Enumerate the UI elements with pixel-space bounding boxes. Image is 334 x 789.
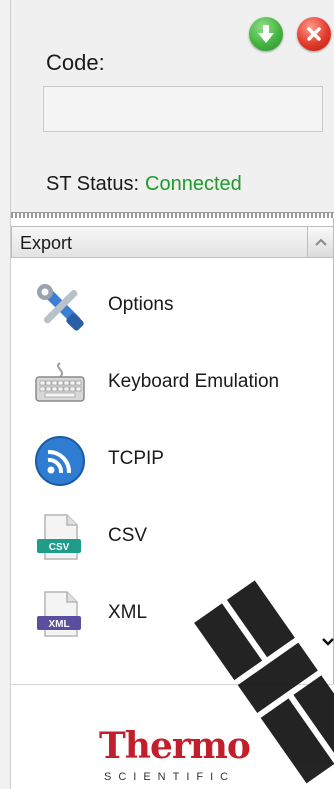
list-item-xml[interactable]: XML XML [11, 582, 311, 648]
code-input[interactable] [43, 86, 323, 132]
list-item-label: Keyboard Emulation [108, 371, 280, 392]
status-row: ST Status: Connected [46, 173, 242, 196]
thermo-logo: Thermo [99, 725, 251, 767]
close-icon [307, 27, 321, 41]
export-panel: Export Options Keyboard Emulation TCPIP … [11, 218, 334, 684]
list-item-label: XML [108, 602, 148, 623]
logo-panel: Thermo SCIENTIFIC [11, 684, 334, 789]
chevron-up-icon [314, 238, 327, 246]
list-item-label: TCPIP [108, 448, 164, 469]
logo-subtitle: SCIENTIFIC [104, 771, 236, 783]
csv-file-icon: CSV [37, 514, 81, 560]
svg-text:CSV: CSV [49, 542, 70, 553]
svg-text:XML: XML [48, 619, 69, 630]
app-window: Code: ST Status: Connected Export Option… [0, 0, 334, 789]
list-item-label: Options [108, 294, 174, 315]
close-button[interactable] [297, 17, 331, 51]
keyboard-icon [35, 362, 85, 402]
list-item-label: CSV [108, 525, 148, 546]
xml-file-icon: XML [37, 591, 81, 637]
download-icon [258, 25, 274, 43]
tools-icon [37, 284, 84, 331]
export-section-title: Export [20, 233, 73, 253]
scroll-down-button[interactable] [321, 628, 334, 656]
list-item-keyboard-emulation[interactable]: Keyboard Emulation [11, 351, 311, 417]
left-edge [0, 0, 11, 789]
code-label: Code: [46, 50, 105, 75]
rss-icon [35, 436, 85, 486]
list-item-csv[interactable]: CSV CSV [11, 505, 311, 571]
status-label: ST Status: [46, 173, 140, 195]
list-item-tcpip[interactable]: TCPIP [11, 428, 311, 494]
chevron-down-icon [321, 638, 334, 646]
collapse-button[interactable] [307, 226, 334, 258]
list-item-options[interactable]: Options [11, 274, 311, 340]
code-panel: Code: ST Status: Connected [11, 0, 334, 214]
download-button[interactable] [249, 17, 283, 51]
status-value: Connected [145, 173, 242, 195]
export-section-header[interactable]: Export [11, 226, 311, 258]
